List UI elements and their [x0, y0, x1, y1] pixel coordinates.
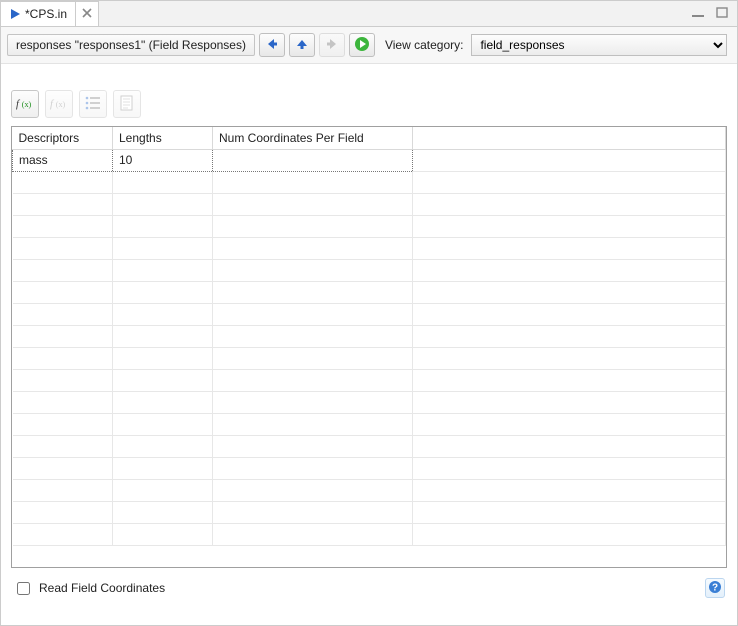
table-header-row: Descriptors Lengths Num Coordinates Per … — [13, 127, 726, 149]
cell-descriptors[interactable]: mass — [13, 149, 113, 171]
table-row[interactable] — [13, 193, 726, 215]
field-responses-table: Descriptors Lengths Num Coordinates Per … — [11, 126, 727, 568]
table-row[interactable] — [13, 523, 726, 545]
nav-back-button[interactable] — [259, 33, 285, 57]
action-icon-row: f(x) f(x) — [11, 90, 727, 118]
table-row[interactable] — [13, 303, 726, 325]
col-lengths[interactable]: Lengths — [113, 127, 213, 149]
tab-bar: *CPS.in — [1, 1, 737, 27]
col-descriptors[interactable]: Descriptors — [13, 127, 113, 149]
fx-add-button[interactable]: f(x) — [11, 90, 39, 118]
maximize-icon — [716, 7, 728, 21]
breadcrumb[interactable]: responses "responses1" (Field Responses) — [7, 34, 255, 56]
table-row[interactable] — [13, 479, 726, 501]
col-num-coords[interactable]: Num Coordinates Per Field — [213, 127, 413, 149]
svg-text:f: f — [16, 99, 21, 110]
svg-text:(x): (x) — [56, 100, 66, 109]
table-row[interactable] — [13, 259, 726, 281]
table-row[interactable] — [13, 391, 726, 413]
body-area: f(x) f(x) — [1, 64, 737, 568]
tab-close-button[interactable] — [76, 1, 99, 26]
fx-disabled-icon: f(x) — [50, 96, 68, 113]
arrow-left-icon — [265, 37, 279, 54]
table-row[interactable] — [13, 501, 726, 523]
help-button[interactable]: ? — [705, 578, 725, 598]
table-row[interactable] — [13, 347, 726, 369]
read-field-coords-checkbox[interactable]: Read Field Coordinates — [13, 579, 165, 598]
table-row[interactable] — [13, 435, 726, 457]
toolbar: responses "responses1" (Field Responses)… — [1, 27, 737, 64]
nav-forward-button[interactable] — [319, 33, 345, 57]
table-row[interactable] — [13, 171, 726, 193]
nav-up-button[interactable] — [289, 33, 315, 57]
arrow-right-icon — [325, 37, 339, 54]
table-row[interactable] — [13, 215, 726, 237]
svg-text:?: ? — [712, 582, 718, 593]
view-category-select[interactable]: field_responses — [471, 34, 727, 56]
tabbar-window-controls — [689, 1, 731, 26]
list-icon — [85, 96, 101, 113]
document-button[interactable] — [113, 90, 141, 118]
table-row[interactable] — [13, 369, 726, 391]
run-button[interactable] — [349, 33, 375, 57]
help-icon: ? — [708, 580, 722, 597]
view-category-select-wrap: field_responses — [471, 34, 727, 56]
cell-num-coords[interactable] — [213, 149, 413, 171]
document-icon — [120, 95, 134, 114]
arrow-up-icon — [295, 37, 309, 54]
table-row[interactable] — [13, 457, 726, 479]
minimize-icon — [692, 7, 705, 21]
close-icon — [82, 7, 92, 21]
read-field-coords-input[interactable] — [17, 582, 30, 595]
read-field-coords-label: Read Field Coordinates — [39, 581, 165, 595]
table-row[interactable] — [13, 281, 726, 303]
tab-title: *CPS.in — [25, 7, 67, 21]
cell-spacer — [413, 149, 726, 171]
cell-lengths[interactable]: 10 — [113, 149, 213, 171]
minimize-view-button[interactable] — [689, 7, 707, 21]
view-category-label: View category: — [385, 38, 464, 52]
col-spacer — [413, 127, 726, 149]
table-row[interactable] — [13, 325, 726, 347]
fx-remove-button[interactable]: f(x) — [45, 90, 73, 118]
fx-icon: f(x) — [16, 96, 34, 113]
list-button[interactable] — [79, 90, 107, 118]
footer: Read Field Coordinates ? — [1, 568, 737, 608]
table-row[interactable] — [13, 413, 726, 435]
play-circle-icon — [354, 36, 370, 55]
svg-text:(x): (x) — [22, 100, 32, 109]
file-tab[interactable]: *CPS.in — [1, 1, 76, 26]
table-row[interactable] — [13, 237, 726, 259]
play-icon — [9, 8, 21, 20]
maximize-view-button[interactable] — [713, 7, 731, 21]
table-row[interactable]: mass 10 — [13, 149, 726, 171]
svg-text:f: f — [50, 99, 55, 110]
